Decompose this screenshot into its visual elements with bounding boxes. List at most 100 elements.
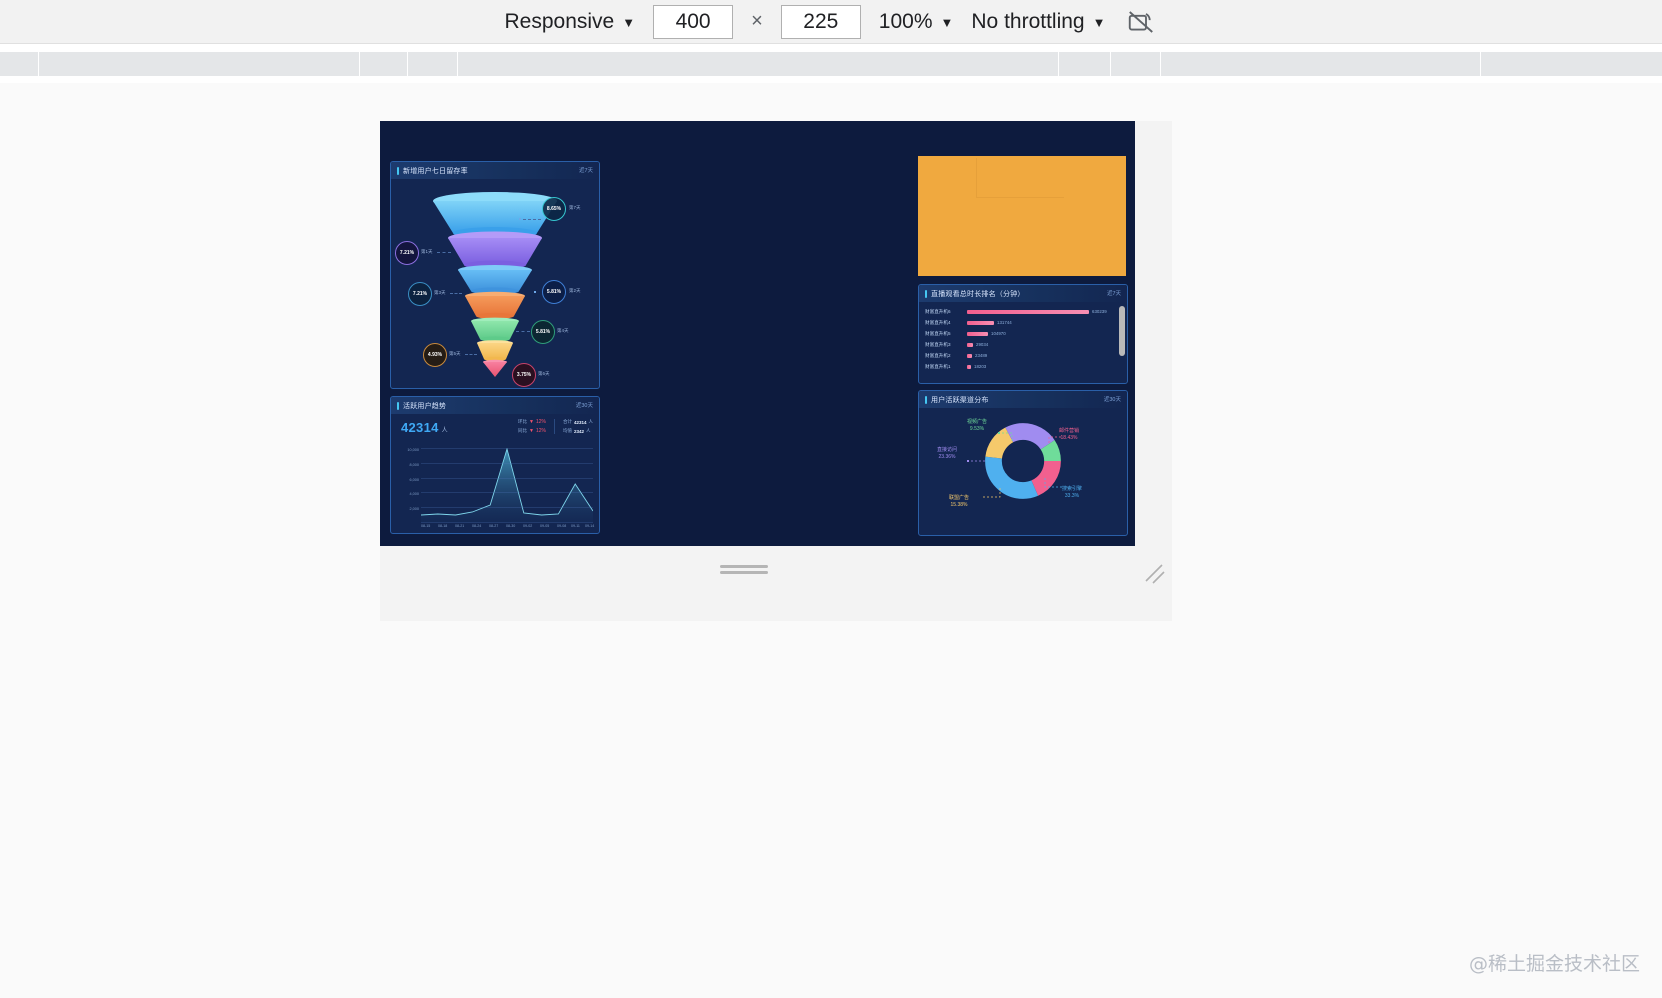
donut-label-name: 搜索引擎 (1062, 486, 1083, 492)
x-tick: 08-18 (438, 524, 448, 528)
viewport-resize-handle-corner[interactable] (1140, 559, 1166, 585)
headline-unit: 人 (441, 428, 448, 434)
x-tick: 08-27 (489, 524, 499, 528)
accent-bar-icon (925, 395, 927, 404)
panel-range-label: 近7天 (1106, 291, 1121, 297)
x-axis: 08-15 08-18 08-21 08-24 08-27 08-30 09-0… (421, 524, 595, 532)
x-tick: 08-15 (421, 524, 431, 528)
device-preset-dropdown[interactable]: Responsive ▼ (505, 10, 636, 34)
emulated-viewport[interactable]: 新增用户七日留存率 近7天 8.65% 第7天 7.21% 第1天 5.81% … (380, 121, 1135, 546)
viewport-resize-handle-bottom[interactable] (720, 561, 768, 577)
rotate-device-icon[interactable] (1124, 5, 1158, 39)
rank-label: 财富直升机3 (925, 341, 951, 347)
horizontal-ruler (0, 45, 1662, 83)
donut-label-name: 视频广告 (967, 419, 988, 425)
rank-value: 23489 (975, 353, 988, 358)
donut-label: 视频广告 9.53% (967, 418, 987, 432)
rank-value: 18203 (974, 364, 987, 369)
rank-label: 财富直升机2 (925, 352, 951, 358)
rank-bar (967, 342, 973, 347)
stat-row: 合计 42314 人 (563, 419, 593, 425)
y-tick: 8,000 (409, 462, 419, 467)
rank-label: 财富直升机5 (925, 330, 951, 336)
arrow-down-icon: ▼ (529, 419, 534, 425)
x-tick: 08-21 (455, 524, 465, 528)
watermark: @稀土掘金技术社区 (1468, 953, 1640, 975)
accent-bar-icon (925, 289, 927, 298)
placeholder-outline (976, 158, 1064, 198)
stat-value: 2342 (573, 428, 584, 434)
donut-label-name: 直接访问 (937, 447, 958, 453)
rank-bar (967, 353, 972, 358)
viewport-width-input[interactable] (653, 4, 734, 39)
chevron-down-icon: ▼ (940, 15, 954, 30)
trend-stats: 环比 ▼ 12% 同比 ▼ 12% 合计 42314 人 均值 2342 人 (518, 419, 593, 434)
line-chart: 42314 人 环比 ▼ 12% 同比 ▼ 12% 合计 42314 人 均值 … (391, 414, 599, 533)
panel-title: 用户活跃渠道分布 (931, 396, 989, 404)
panel-header: 用户活跃渠道分布 近30天 (919, 391, 1127, 408)
y-tick: 2,000 (409, 507, 419, 512)
funnel-stage-label: 第4天 (557, 328, 569, 333)
panel-header: 直播观看总时长排名（分钟） 近7天 (919, 285, 1127, 302)
table-row: 财富直升机1 18203 (925, 361, 1121, 372)
stat-row: 同比 ▼ 12% (518, 428, 546, 434)
funnel-stage-label: 第7天 (569, 205, 581, 210)
stat-label: 同比 (518, 428, 528, 433)
funnel-stage-badge: 4.93% (423, 343, 447, 367)
donut-label: 搜索引擎 33.3% (1062, 485, 1082, 499)
stat-label: 环比 (518, 419, 528, 424)
x-tick: 08-30 (506, 524, 516, 528)
rank-label: 财富直升机4 (925, 319, 951, 325)
y-tick: 10,000 (407, 448, 419, 452)
leader-line (998, 432, 1013, 441)
ruler-band (0, 52, 1662, 76)
stat-row: 均值 2342 人 (563, 428, 593, 434)
funnel-stage-value: 7.21% (399, 250, 415, 256)
rank-value: 29034 (976, 342, 989, 347)
devtools-canvas: 新增用户七日留存率 近7天 8.65% 第7天 7.21% 第1天 5.81% … (0, 83, 1662, 998)
donut-label-pct: 33.3% (1064, 493, 1080, 499)
rank-bar (967, 309, 1089, 314)
funnel-stage-value: 8.65% (546, 206, 562, 212)
panel-new-user-retention: 新增用户七日留存率 近7天 8.65% 第7天 7.21% 第1天 5.81% … (390, 161, 600, 389)
headline-metric: 42314 人 (401, 420, 448, 435)
zoom-dropdown[interactable]: 100% ▼ (879, 10, 954, 34)
leader-line (1048, 436, 1061, 445)
trend-area-svg (420, 447, 594, 522)
rank-bar (967, 331, 988, 336)
funnel-stage-value: 7.21% (412, 291, 428, 297)
y-tick: 4,000 (409, 492, 419, 497)
stat-value: 12% (535, 419, 546, 425)
stat-row: 环比 ▼ 12% (518, 419, 546, 425)
funnel-stage-value: 3.75% (516, 372, 532, 378)
accent-bar-icon (397, 401, 399, 410)
throttling-label: No throttling (971, 9, 1085, 33)
funnel-stage-value: 4.93% (427, 352, 443, 358)
plot-area (420, 447, 594, 523)
dashboard-root: 新增用户七日留存率 近7天 8.65% 第7天 7.21% 第1天 5.81% … (380, 121, 1135, 546)
throttling-dropdown[interactable]: No throttling ▼ (971, 10, 1105, 34)
rank-value: 131744 (997, 320, 1012, 325)
donut-label-pct: 9.53% (969, 426, 985, 432)
x-tick: 08-24 (472, 524, 482, 528)
rank-bar (967, 320, 994, 325)
funnel-stage-badge: 3.75% (512, 363, 536, 387)
dimension-multiply-symbol: × (751, 10, 763, 32)
funnel-stage-label: 第2天 (569, 288, 581, 293)
panel-header: 活跃用户趋势 近30天 (391, 397, 599, 414)
donut-label-pct: 23.36% (938, 454, 956, 460)
rank-value: 104970 (991, 331, 1006, 336)
panel-title: 活跃用户趋势 (403, 402, 447, 410)
x-tick: 09-08 (557, 524, 567, 528)
funnel-stage-label: 第6天 (538, 371, 550, 376)
panel-range-label: 近30天 (575, 403, 593, 409)
viewport-height-input[interactable] (780, 4, 861, 39)
viewport-scrollbar[interactable] (1119, 306, 1125, 356)
leader-line (983, 488, 1001, 498)
donut-chart: 视频广告 9.53% 邮件营销 18.43% 搜索引擎 33.3% 联盟广告 1… (919, 408, 1127, 535)
stat-label: 均值 (562, 428, 572, 433)
zoom-label: 100% (878, 9, 933, 33)
divider (553, 419, 555, 434)
panel-active-user-trend: 活跃用户趋势 近30天 42314 人 环比 ▼ 12% 同比 ▼ 12% 合计… (390, 396, 600, 534)
funnel-stage-badge: 5.81% (542, 280, 566, 304)
